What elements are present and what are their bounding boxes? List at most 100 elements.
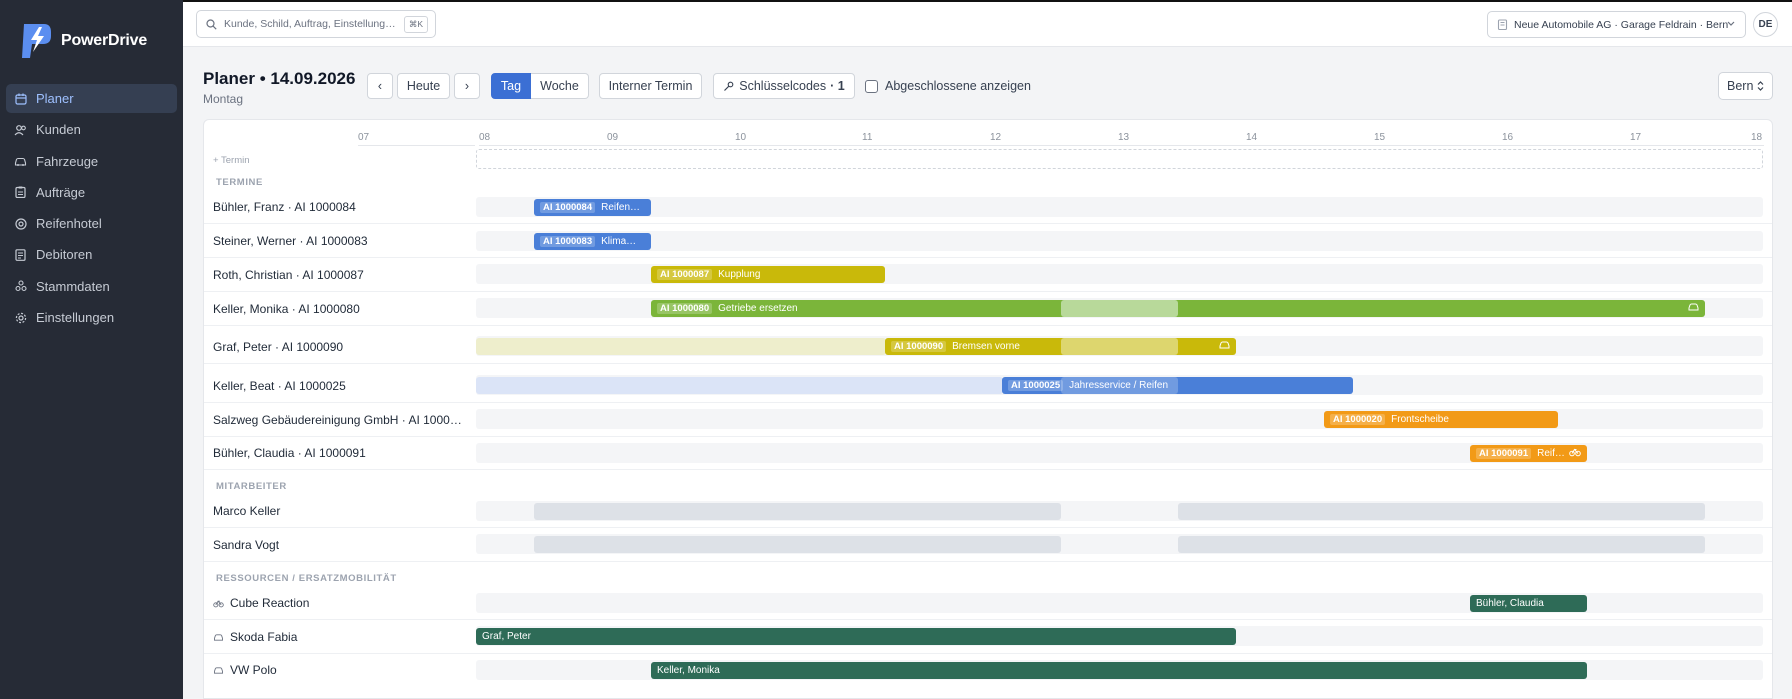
row-label[interactable]: Graf, Peter · AI 1000090 [213, 340, 343, 354]
tab-day[interactable]: Tag [491, 73, 531, 99]
appointment-bar[interactable]: AI 1000087 Kupplung [651, 266, 885, 283]
prev-day-button[interactable]: ‹ [367, 73, 393, 99]
show-completed-toggle[interactable]: Abgeschlossene anzeigen [865, 73, 1031, 99]
database-icon [14, 280, 27, 293]
bicycle-icon [213, 599, 224, 608]
row-divider [204, 436, 1772, 437]
sidebar-item-label: Fahrzeuge [36, 153, 99, 169]
sidebar-item-kunden[interactable]: Kunden [6, 115, 177, 144]
internal-appointment-button[interactable]: Interner Termin [599, 73, 702, 99]
tab-week[interactable]: Woche [531, 73, 589, 99]
page-subtitle: Montag [203, 92, 244, 106]
shift-block[interactable] [534, 503, 1061, 520]
sidebar-item-stammdaten[interactable]: Stammdaten [6, 272, 177, 301]
bicycle-icon [1569, 448, 1581, 457]
appointment-bar[interactable]: AI 1000080 Getriebe ersetzen [651, 300, 1705, 317]
powerdrive-logo-icon [22, 24, 51, 58]
row-label[interactable]: Marco Keller [213, 504, 280, 518]
shift-block[interactable] [1178, 503, 1705, 520]
new-appointment-dropzone[interactable] [476, 149, 1763, 169]
resource-name: VW Polo [230, 663, 277, 677]
company-selector[interactable]: Neue Automobile AG · Garage Feldrain · B… [1487, 11, 1746, 38]
shift-block[interactable] [1178, 536, 1705, 553]
appointment-bar[interactable]: AI 1000083 Klima… [534, 233, 651, 250]
row-track[interactable] [476, 231, 1763, 251]
booking-customer: Graf, Peter [482, 631, 531, 642]
sidebar-item-auftraege[interactable]: Aufträge [6, 178, 177, 207]
row-label[interactable]: Keller, Monika · AI 1000080 [213, 302, 360, 316]
appointment-title: Klima… [601, 236, 637, 247]
hour-label: 10 [735, 132, 747, 143]
row-label[interactable]: Sandra Vogt [213, 538, 279, 552]
location-value: Bern [1727, 79, 1754, 93]
sidebar-item-planer[interactable]: Planer [6, 84, 177, 113]
appointment-bar[interactable]: AI 1000091 Reif… [1470, 445, 1587, 462]
appointment-code: AI 1000020 [1330, 414, 1386, 425]
sidebar-item-reifenhotel[interactable]: Reifenhotel [6, 209, 177, 238]
show-completed-checkbox[interactable] [865, 79, 878, 93]
clipboard-icon [14, 186, 27, 199]
break-overlay [1061, 300, 1178, 317]
appointment-bar[interactable]: AI 1000020 Frontscheibe [1324, 411, 1558, 428]
car-icon [1219, 341, 1230, 349]
gear-icon [14, 311, 27, 324]
car-icon [213, 666, 224, 675]
appointment-code: AI 1000087 [657, 269, 713, 280]
row-label[interactable]: Bühler, Franz · AI 1000084 [213, 200, 356, 214]
row-label[interactable]: Steiner, Werner · AI 1000083 [213, 234, 368, 248]
hour-label: 12 [990, 132, 1002, 143]
sidebar-item-label: Einstellungen [36, 310, 115, 326]
appointment-title: Frontscheibe [1391, 414, 1449, 425]
add-appointment-link[interactable]: + Termin [213, 155, 250, 166]
row-divider [204, 619, 1772, 620]
sidebar-item-fahrzeuge[interactable]: Fahrzeuge [6, 147, 177, 176]
row-label[interactable]: Roth, Christian · AI 1000087 [213, 268, 364, 282]
sidebar-item-debitoren[interactable]: Debitoren [6, 240, 177, 269]
break-overlay [1061, 377, 1178, 394]
today-button[interactable]: Heute [397, 73, 450, 99]
shift-block[interactable] [534, 536, 1061, 553]
keycodes-count: · 1 [830, 79, 845, 93]
resource-booking-bar[interactable]: Keller, Monika [651, 662, 1587, 679]
app-name: PowerDrive [61, 32, 148, 49]
app-logo[interactable]: PowerDrive [20, 22, 147, 60]
resource-booking-bar[interactable]: Graf, Peter [476, 628, 1236, 645]
resource-row-label[interactable]: Skoda Fabia [213, 630, 297, 644]
booking-customer: Keller, Monika [657, 665, 720, 676]
row-divider [204, 469, 1772, 470]
hour-label: 14 [1246, 132, 1258, 143]
row-track[interactable] [476, 409, 1763, 429]
appointment-bar[interactable]: AI 1000084 Reifen… [534, 199, 651, 216]
row-label[interactable]: Bühler, Claudia · AI 1000091 [213, 446, 366, 460]
appointment-title: Getriebe ersetzen [718, 303, 798, 314]
page-title: Planer • 14.09.2026 [203, 69, 356, 88]
hour-axis [479, 145, 1764, 146]
pre-buffer [476, 338, 886, 355]
appointment-title: Kupplung [718, 269, 761, 280]
sidebar-nav: Planer Kunden Fahrzeuge Aufträge Reifenh… [6, 84, 177, 334]
sidebar-item-einstellungen[interactable]: Einstellungen [6, 303, 177, 332]
hour-label: 13 [1118, 132, 1130, 143]
resource-row-label[interactable]: Cube Reaction [213, 596, 309, 610]
sidebar-item-label: Stammdaten [36, 278, 110, 294]
row-label[interactable]: Keller, Beat · AI 1000025 [213, 379, 346, 393]
appointment-code: AI 1000025 [1008, 380, 1064, 391]
resource-row-label[interactable]: VW Polo [213, 663, 277, 677]
keycodes-button[interactable]: Schlüsselcodes · 1 [713, 73, 855, 99]
section-mitarbeiter: MITARBEITER [216, 481, 287, 492]
row-divider [204, 561, 1772, 562]
row-divider [204, 257, 1772, 258]
avatar[interactable]: DE [1753, 12, 1778, 37]
row-label[interactable]: Salzweg Gebäudereinigung GmbH · AI 1000… [213, 413, 462, 427]
next-day-button[interactable]: › [454, 73, 480, 99]
hour-label: 16 [1502, 132, 1514, 143]
location-select[interactable]: Bern [1718, 72, 1773, 100]
row-track[interactable] [476, 197, 1763, 217]
appointment-code: AI 1000083 [540, 236, 596, 247]
resource-booking-bar[interactable]: Bühler, Claudia [1470, 595, 1587, 612]
search-icon [206, 18, 217, 30]
row-divider [204, 363, 1772, 364]
sidebar-item-label: Kunden [36, 122, 81, 138]
search-input[interactable]: Kunde, Schild, Auftrag, Einstellung… ⌘K [196, 10, 436, 38]
sidebar-item-label: Debitoren [36, 247, 93, 263]
